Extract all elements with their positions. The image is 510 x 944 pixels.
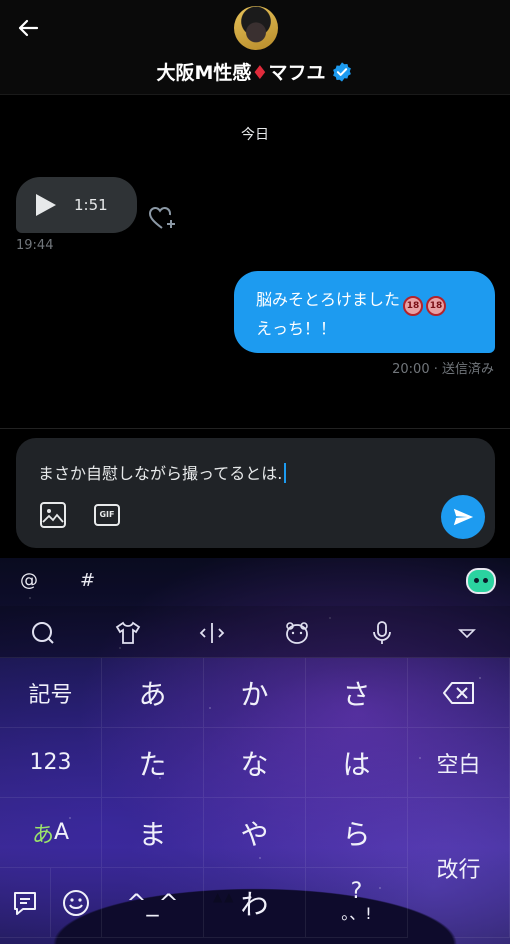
hash-key[interactable]: # — [80, 570, 95, 591]
key-sa[interactable]: さ — [306, 658, 408, 728]
key-ra[interactable]: ら — [306, 798, 408, 868]
key-wa[interactable]: わ — [204, 868, 306, 938]
send-icon — [453, 508, 474, 526]
image-glyph — [42, 509, 64, 523]
key-kaomoji[interactable]: ^_^ — [102, 868, 204, 938]
diamond-emoji: ♦ — [251, 62, 269, 84]
search-icon[interactable] — [30, 620, 56, 646]
play-icon[interactable] — [36, 194, 56, 216]
key-backspace[interactable] — [408, 658, 510, 728]
key-numbers[interactable]: 123 — [0, 728, 102, 798]
backspace-icon — [442, 681, 474, 704]
key-ha[interactable]: は — [306, 728, 408, 798]
message-text-2: えっち！！ — [256, 319, 337, 338]
heart-plus-icon[interactable] — [148, 204, 178, 232]
name-part-2: マフユ — [268, 62, 326, 84]
date-separator: 今日 — [241, 127, 269, 143]
punct-question: ? — [350, 878, 363, 904]
smiley-icon — [63, 889, 89, 916]
voice-duration: 1:51 — [74, 196, 108, 214]
message-text-1: 脳みそとろけました — [256, 290, 401, 309]
conversation-header: 大阪M性感♦マフユ — [0, 0, 510, 95]
message-input-text: まさか自慰しながら撮ってるとは. — [38, 464, 283, 483]
message-status: 20:00 · 送信済み — [392, 362, 494, 377]
bear-face-icon[interactable] — [284, 620, 310, 646]
keyboard-toolbar — [0, 606, 510, 658]
gif-icon[interactable]: GIF — [94, 504, 120, 526]
message-composer: まさか自慰しながら撮ってるとは. GIF — [16, 438, 495, 548]
sent-message-bubble[interactable]: 脳みそとろけました 18 18 えっち！！ — [234, 271, 495, 353]
keyboard-top-row: @ # — [0, 558, 510, 606]
memo-icon — [14, 891, 36, 915]
collapse-keyboard-icon[interactable] — [454, 620, 480, 646]
text-caret — [284, 463, 287, 483]
key-punctuation[interactable]: ? 。、! — [306, 868, 408, 938]
mic-icon[interactable] — [369, 620, 395, 646]
message-line-1: 脳みそとろけました 18 18 — [256, 287, 477, 316]
key-na[interactable]: な — [204, 728, 306, 798]
key-emoji[interactable] — [51, 868, 102, 938]
punct-marks: 。、! — [341, 903, 372, 923]
verified-badge-icon — [333, 61, 352, 82]
message-input[interactable]: まさか自慰しながら撮ってるとは. — [38, 460, 287, 484]
age-18-emoji: 18 — [403, 296, 424, 316]
arrow-left-icon — [18, 19, 39, 37]
back-button[interactable] — [14, 14, 42, 42]
profile-title[interactable]: 大阪M性感♦マフユ — [0, 58, 510, 85]
key-space[interactable]: 空白 — [408, 728, 510, 798]
cursor-move-icon[interactable] — [199, 620, 225, 646]
voice-message-time: 19:44 — [16, 238, 54, 253]
key-symbols[interactable]: 記号 — [0, 658, 102, 728]
key-ka[interactable]: か — [204, 658, 306, 728]
key-ya[interactable]: や — [204, 798, 306, 868]
mode-alpha: A — [53, 820, 70, 845]
name-part-1: 大阪M性感 — [156, 62, 252, 84]
shirt-icon[interactable] — [115, 620, 141, 646]
at-key[interactable]: @ — [20, 570, 38, 591]
key-ta[interactable]: た — [102, 728, 204, 798]
japanese-keyboard: @ # 記号 あ か さ 123 た な は 空白 あ A ま や ら 改行 ▲… — [0, 558, 510, 944]
voice-message[interactable]: 1:51 — [16, 177, 137, 233]
key-a[interactable]: あ — [102, 658, 204, 728]
avatar[interactable] — [234, 6, 278, 50]
key-input-mode[interactable]: あA — [0, 798, 102, 868]
robot-icon[interactable] — [466, 568, 496, 594]
mode-hiragana: あ — [31, 822, 54, 848]
image-icon[interactable] — [40, 502, 66, 528]
key-ma[interactable]: ま — [102, 798, 204, 868]
send-button[interactable] — [441, 495, 485, 539]
key-memo[interactable] — [0, 868, 51, 938]
age-18-emoji: 18 — [426, 296, 447, 316]
display-name: 大阪M性感♦マフユ — [157, 58, 326, 85]
